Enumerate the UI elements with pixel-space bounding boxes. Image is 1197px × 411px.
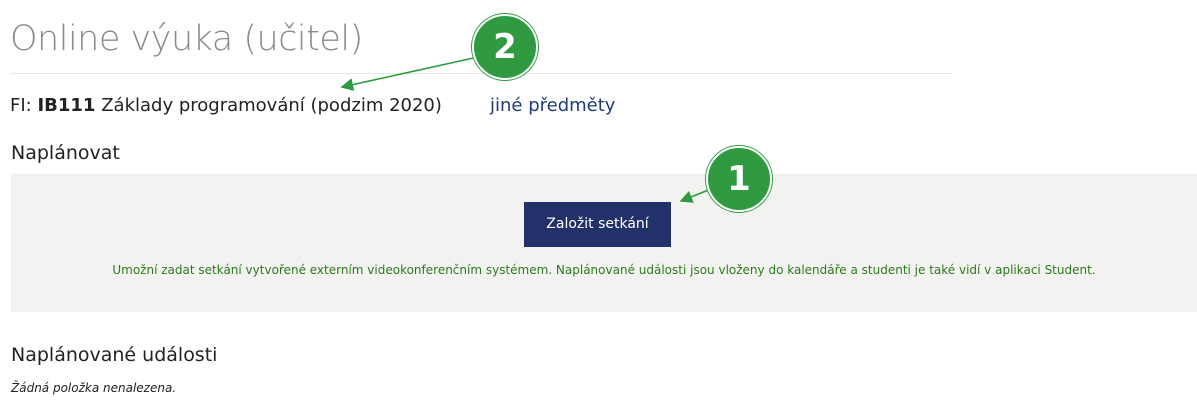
title-divider <box>10 73 952 74</box>
annotation-badge-2: 2 <box>472 14 538 80</box>
page-title: Online výuka (učitel) <box>10 19 363 59</box>
plan-section-heading: Naplánovat <box>11 142 120 164</box>
plan-help-text: Umožní zadat setkání vytvořené externím … <box>112 263 1096 277</box>
plan-panel: Založit setkání Umožní zadat setkání vyt… <box>11 174 1197 312</box>
course-name: Základy programování (podzim 2020) <box>101 95 442 116</box>
events-section-heading: Naplánované události <box>11 344 218 366</box>
empty-events-message: Žádná položka nenalezena. <box>11 381 177 395</box>
faculty-prefix: FI: <box>10 95 32 116</box>
other-subjects-link[interactable]: jiné předměty <box>490 92 615 120</box>
create-meeting-button[interactable]: Založit setkání <box>524 202 671 247</box>
course-title: FI: IB111 Základy programování (podzim 2… <box>10 92 442 120</box>
course-code: IB111 <box>37 95 96 116</box>
annotation-badge-1: 1 <box>706 146 772 212</box>
